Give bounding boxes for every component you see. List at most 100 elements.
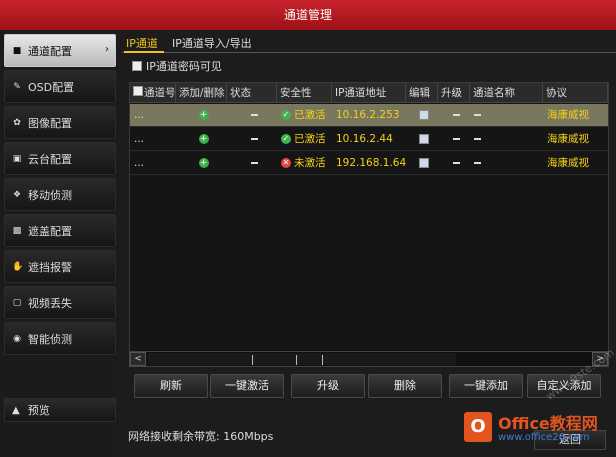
window-title: 通道管理 xyxy=(0,0,616,30)
sidebar-item[interactable]: ◉ 智能侦测 xyxy=(4,322,116,355)
channel-table: 通道号 添加/删除 状态 安全性 IP通道地址 编辑 升级 通道名称 协议 ... + ✓ 已激活 10… xyxy=(129,82,609,360)
dash-icon xyxy=(250,138,258,140)
home-icon: ▲ xyxy=(12,404,20,416)
scrollbar-track[interactable] xyxy=(148,353,456,365)
status-cell xyxy=(231,152,277,175)
sidebar-item[interactable]: ■ 通道配置 › xyxy=(4,34,116,67)
one-click-activate-button[interactable]: 一键激活 xyxy=(210,374,284,398)
sidebar-item[interactable]: ✎ OSD配置 xyxy=(4,70,116,103)
sidebar-item[interactable]: ✋ 遮挡报警 xyxy=(4,250,116,283)
add-icon[interactable]: + xyxy=(198,158,209,168)
chevron-right-icon: › xyxy=(105,44,109,55)
add-icon[interactable]: + xyxy=(198,134,209,144)
tab-ip-channel[interactable]: IP通道 xyxy=(126,36,158,52)
sidebar-item[interactable]: ❖ 移动侦测 xyxy=(4,178,116,211)
upgrade-button[interactable]: 升级 xyxy=(291,374,365,398)
dash-icon xyxy=(474,114,481,116)
select-all-checkbox[interactable] xyxy=(133,86,143,96)
table-row[interactable]: ... + ✕ 未激活 192.168.1.64 海康威视 xyxy=(130,152,608,175)
check-icon: ✓ xyxy=(281,110,291,120)
edit-icon[interactable] xyxy=(419,134,429,144)
sidebar-item[interactable]: ▩ 遮盖配置 xyxy=(4,214,116,247)
add-icon[interactable]: + xyxy=(198,110,209,120)
security-cell-text: 已激活 xyxy=(294,109,326,121)
dash-icon xyxy=(250,162,258,164)
one-click-add-button[interactable]: 一键添加 xyxy=(449,374,523,398)
dash-icon xyxy=(250,114,258,116)
column-header: 通道号 xyxy=(130,83,176,103)
column-header: 安全性 xyxy=(277,83,332,103)
column-header: 添加/删除 xyxy=(176,83,227,103)
preview-button[interactable]: ▲ 预览 xyxy=(4,398,116,422)
column-header-label: 添加/删除 xyxy=(179,87,225,99)
column-header: 编辑 xyxy=(406,83,438,103)
check-icon: ✓ xyxy=(281,134,291,144)
add-delete-cell[interactable]: + xyxy=(180,152,227,175)
protocol-cell-text: 海康威视 xyxy=(547,133,589,145)
osd-icon: ✎ xyxy=(13,81,21,92)
dash-icon xyxy=(452,162,460,164)
protocol-cell-text: 海康威视 xyxy=(547,157,589,169)
table-row[interactable]: ... + ✓ 已激活 10.16.2.44 海康威视 xyxy=(130,128,608,151)
watermark-brand: Office教程网 xyxy=(498,414,598,433)
sidebar-item-label: 遮盖配置 xyxy=(28,224,72,238)
password-visible-checkbox[interactable] xyxy=(132,61,142,71)
sidebar-item[interactable]: ▣ 云台配置 xyxy=(4,142,116,175)
add-delete-cell[interactable]: + xyxy=(180,128,227,151)
column-header-label: 通道名称 xyxy=(473,87,515,99)
ip-address-cell-text: 10.16.2.44 xyxy=(336,133,393,145)
column-header-label: 编辑 xyxy=(409,87,430,99)
channel-cell: ... xyxy=(134,152,176,175)
scroll-tick xyxy=(252,355,253,365)
sidebar-item[interactable]: ▢ 视频丢失 xyxy=(4,286,116,319)
office-logo-icon: O xyxy=(464,412,492,442)
channel-cell-text: ... xyxy=(134,133,145,145)
table-row[interactable]: ... + ✓ 已激活 10.16.2.253 海康威视 xyxy=(130,104,608,127)
dash-icon xyxy=(452,138,460,140)
ptz-icon: ▣ xyxy=(12,153,22,164)
column-header: 通道名称 xyxy=(470,83,543,103)
edit-cell[interactable] xyxy=(410,152,438,175)
camera-icon: ■ xyxy=(12,45,22,56)
add-delete-cell[interactable]: + xyxy=(180,104,227,127)
delete-button[interactable]: 删除 xyxy=(368,374,442,398)
sidebar-item-label: 智能侦测 xyxy=(28,332,72,346)
column-header-label: 状态 xyxy=(230,87,251,99)
edit-cell[interactable] xyxy=(410,104,438,127)
security-cell-text: 已激活 xyxy=(294,133,326,145)
column-header: 协议 xyxy=(543,83,608,103)
security-cell: ✕ 未激活 xyxy=(281,152,332,175)
active-tab-indicator xyxy=(124,51,164,53)
security-cell: ✓ 已激活 xyxy=(281,104,332,127)
sidebar-item[interactable]: ✿ 图像配置 xyxy=(4,106,116,139)
upgrade-cell xyxy=(442,152,470,175)
password-visible-option[interactable]: IP通道密码可见 xyxy=(132,59,222,73)
sidebar-item-label: 视频丢失 xyxy=(28,296,72,310)
security-cell: ✓ 已激活 xyxy=(281,128,332,151)
status-cell xyxy=(231,128,277,151)
cross-icon: ✕ xyxy=(281,158,291,168)
protocol-cell-text: 海康威视 xyxy=(547,109,589,121)
edit-cell[interactable] xyxy=(410,128,438,151)
edit-icon[interactable] xyxy=(419,110,429,120)
mask-icon: ▩ xyxy=(12,225,22,236)
channel-cell: ... xyxy=(134,104,176,127)
column-header-label: IP通道地址 xyxy=(335,87,387,99)
column-header-label: 通道号 xyxy=(144,87,176,99)
password-visible-label: IP通道密码可见 xyxy=(146,60,222,73)
horizontal-scrollbar[interactable]: < > xyxy=(129,351,609,367)
refresh-button[interactable]: 刷新 xyxy=(134,374,208,398)
channel-name-cell xyxy=(474,128,543,151)
motion-icon: ❖ xyxy=(12,189,22,200)
sidebar-item-label: OSD配置 xyxy=(28,80,75,94)
scroll-tick xyxy=(296,355,297,365)
column-header-label: 安全性 xyxy=(280,87,312,99)
watermark: O Office教程网 www.office26.com xyxy=(464,404,614,454)
tamper-icon: ✋ xyxy=(12,261,24,272)
tab-divider xyxy=(122,52,616,53)
column-header-label: 升级 xyxy=(441,87,462,99)
scroll-left-button[interactable]: < xyxy=(130,352,146,366)
edit-icon[interactable] xyxy=(419,158,429,168)
tab-ip-import-export[interactable]: IP通道导入/导出 xyxy=(172,36,252,52)
column-header: 升级 xyxy=(438,83,470,103)
